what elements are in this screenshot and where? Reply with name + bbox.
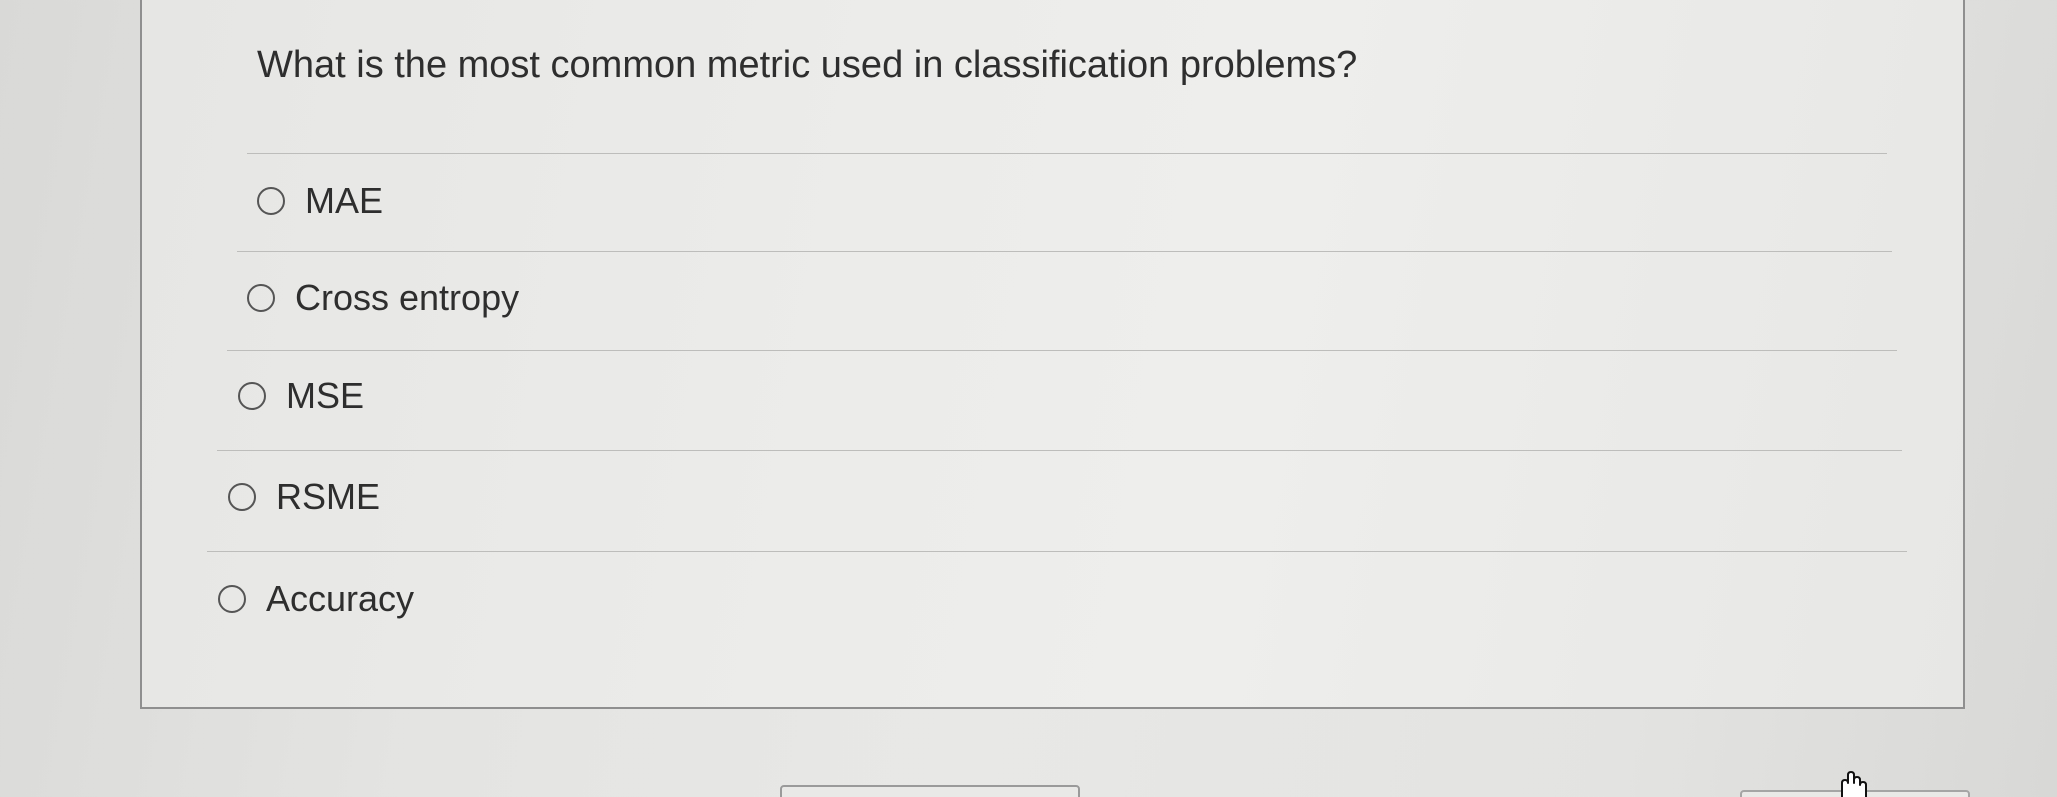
radio-unchecked-icon[interactable] [257, 187, 285, 215]
divider [217, 450, 1902, 451]
divider [207, 551, 1907, 552]
divider [237, 251, 1892, 252]
radio-unchecked-icon[interactable] [247, 284, 275, 312]
hand-pointer-icon [1841, 771, 1867, 797]
option-mse[interactable]: MSE [238, 375, 364, 417]
question-text: What is the most common metric used in c… [257, 44, 1358, 86]
radio-unchecked-icon[interactable] [218, 585, 246, 613]
option-label: Cross entropy [295, 277, 520, 318]
divider [227, 350, 1897, 351]
radio-unchecked-icon[interactable] [238, 382, 266, 410]
option-mae[interactable]: MAE [257, 180, 383, 222]
option-label: MAE [305, 180, 384, 221]
radio-unchecked-icon[interactable] [228, 483, 256, 511]
option-label: MSE [286, 375, 365, 416]
option-cross-entropy[interactable]: Cross entropy [247, 277, 519, 319]
nav-button[interactable] [780, 785, 1080, 797]
question-card: What is the most common metric used in c… [140, 0, 1965, 709]
divider [247, 153, 1887, 154]
option-accuracy[interactable]: Accuracy [218, 578, 414, 620]
option-label: Accuracy [266, 578, 415, 619]
option-rsme[interactable]: RSME [228, 476, 380, 518]
option-label: RSME [276, 476, 381, 517]
